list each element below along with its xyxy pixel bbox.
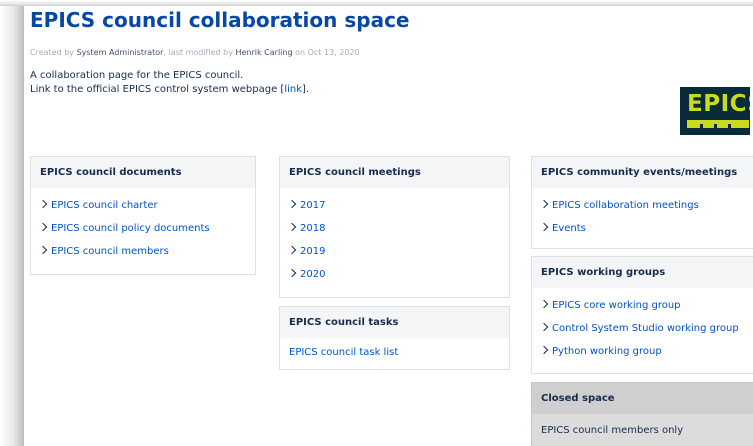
description-line-2: Link to the official EPICS control syste… [30, 83, 309, 97]
byline-modifier-link[interactable]: Henrik Carling [235, 48, 292, 57]
link-council-policy-documents[interactable]: EPICS council policy documents [38, 217, 246, 240]
panel-working-groups-list: EPICS core working group Control System … [532, 288, 753, 363]
official-webpage-link[interactable]: link [284, 84, 302, 95]
chevron-right-icon [539, 199, 549, 209]
link-css-working-group[interactable]: Control System Studio working group [539, 317, 753, 340]
byline-date-prefix: on [292, 48, 308, 57]
link-council-charter[interactable]: EPICS council charter [38, 194, 246, 217]
closed-space-notice: EPICS council members only [532, 414, 753, 446]
page-byline: Created by System Administrator, last mo… [30, 48, 360, 57]
link-python-working-group[interactable]: Python working group [539, 340, 753, 363]
panel-council-documents-list: EPICS council charter EPICS council poli… [31, 188, 255, 263]
epics-logo: EPICS [680, 87, 750, 135]
chevron-right-icon [287, 268, 297, 278]
epics-logo-text: EPICS [687, 91, 750, 117]
page-content: EPICS council collaboration space Create… [24, 6, 753, 446]
byline-modified-prefix: , last modified by [163, 48, 236, 57]
panel-council-meetings-title: EPICS council meetings [280, 157, 509, 188]
panel-community-events-list: EPICS collaboration meetings Events [532, 188, 753, 240]
page-title: EPICS council collaboration space [30, 8, 410, 32]
epics-logo-bar [687, 120, 749, 128]
panel-council-tasks-title: EPICS council tasks [280, 307, 509, 338]
link-council-task-list[interactable]: EPICS council task list [280, 338, 509, 358]
panel-community-events-title: EPICS community events/meetings [532, 157, 753, 188]
panel-closed-space: Closed space EPICS council members only [531, 382, 753, 446]
byline-date-link[interactable]: Oct 13, 2020 [308, 48, 360, 57]
link-meetings-2017[interactable]: 2017 [287, 194, 500, 217]
link-meetings-2020[interactable]: 2020 [287, 263, 500, 286]
chevron-right-icon [38, 222, 48, 232]
link-meetings-2018[interactable]: 2018 [287, 217, 500, 240]
description-line-2-prefix: Link to the official EPICS control syste… [30, 84, 285, 95]
chevron-right-icon [539, 322, 549, 332]
chevron-right-icon [539, 299, 549, 309]
chevron-right-icon [287, 199, 297, 209]
chevron-right-icon [539, 345, 549, 355]
link-events[interactable]: Events [539, 217, 753, 240]
link-meetings-2019[interactable]: 2019 [287, 240, 500, 263]
panel-closed-space-title: Closed space [532, 383, 753, 414]
link-core-working-group[interactable]: EPICS core working group [539, 294, 753, 317]
panel-working-groups-title: EPICS working groups [532, 257, 753, 288]
page-description: A collaboration page for the EPICS counc… [30, 69, 309, 97]
panel-community-events: EPICS community events/meetings EPICS co… [531, 156, 753, 249]
chevron-right-icon [287, 222, 297, 232]
description-line-1: A collaboration page for the EPICS counc… [30, 70, 244, 81]
chevron-right-icon [287, 245, 297, 255]
byline-creator-link[interactable]: System Administrator [77, 48, 164, 57]
panel-council-meetings-list: 2017 2018 2019 2020 [280, 188, 509, 286]
panel-working-groups: EPICS working groups EPICS core working … [531, 256, 753, 374]
description-line-2-suffix: ]. [302, 84, 310, 95]
link-council-members[interactable]: EPICS council members [38, 240, 246, 263]
window-frame-left [0, 0, 24, 446]
chevron-right-icon [38, 199, 48, 209]
link-collaboration-meetings[interactable]: EPICS collaboration meetings [539, 194, 753, 217]
byline-created-prefix: Created by [30, 48, 77, 57]
chevron-right-icon [539, 222, 549, 232]
panel-council-tasks: EPICS council tasks EPICS council task l… [279, 306, 510, 370]
chevron-right-icon [38, 245, 48, 255]
panel-council-meetings: EPICS council meetings 2017 2018 2019 20… [279, 156, 510, 298]
panel-council-documents: EPICS council documents EPICS council ch… [30, 156, 256, 275]
panel-council-documents-title: EPICS council documents [31, 157, 255, 188]
